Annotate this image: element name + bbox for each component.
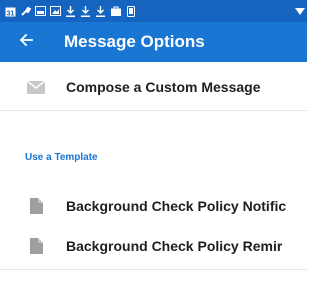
envelope-icon [27, 80, 45, 94]
wrench-icon [18, 4, 33, 18]
section-header-templates: Use a Template [25, 152, 98, 163]
arrow-left-icon [19, 33, 33, 52]
photo-icon [48, 4, 63, 18]
template-label: Background Check Policy Remir [66, 238, 283, 254]
status-bar: 31 [0, 0, 307, 22]
bag-icon [108, 4, 123, 18]
template-item[interactable]: Background Check Policy Remir [0, 223, 307, 270]
svg-text:31: 31 [7, 10, 15, 17]
page-title: Message Options [64, 32, 205, 51]
back-button[interactable] [6, 22, 46, 62]
download-icon [63, 4, 78, 18]
phone-icon [123, 4, 138, 18]
calendar-icon: 31 [3, 4, 18, 18]
image-icon [33, 4, 48, 18]
download-icon [78, 4, 93, 18]
signal-icon [295, 5, 305, 23]
compose-custom-message-item[interactable]: Compose a Custom Message [0, 64, 307, 111]
document-icon [27, 238, 45, 254]
download-icon [93, 4, 108, 18]
app-bar: Message Options [0, 22, 307, 62]
document-icon [27, 198, 45, 214]
compose-label: Compose a Custom Message [66, 79, 261, 95]
template-label: Background Check Policy Notific [66, 198, 287, 214]
